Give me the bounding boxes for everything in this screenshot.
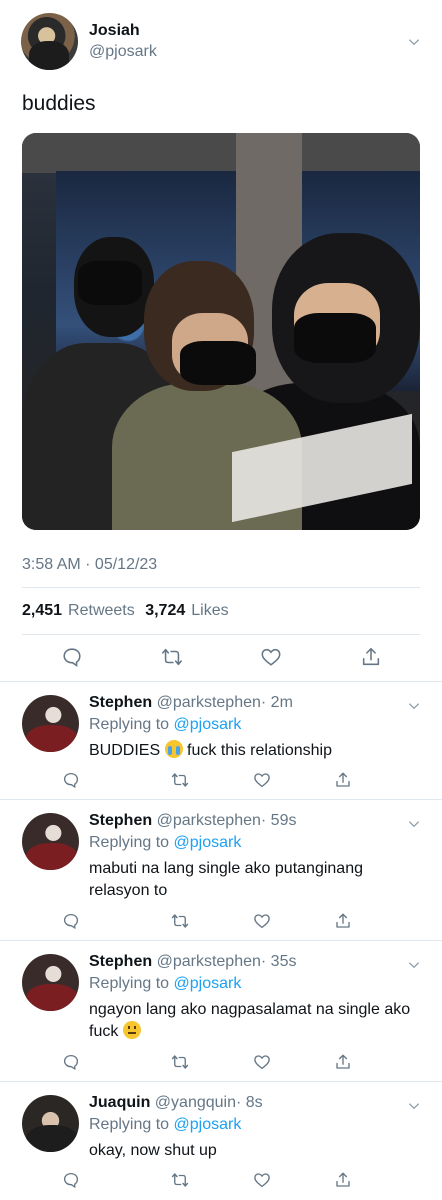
reply-text: okay, now shut up — [89, 1142, 217, 1159]
replying-to-label: Replying to — [89, 834, 170, 851]
reply-time[interactable]: · 2m — [261, 694, 293, 711]
chevron-down-icon[interactable] — [407, 817, 421, 831]
tweet-text: buddies — [22, 92, 96, 115]
retweet-icon[interactable] — [171, 1053, 189, 1071]
reply-time[interactable]: · 59s — [261, 812, 297, 829]
reply-tweet[interactable]: Stephen @parkstephen· 59s Replying to @p… — [0, 799, 442, 940]
share-icon[interactable] — [360, 646, 382, 668]
reply-author-handle[interactable]: @parkstephen — [157, 694, 261, 711]
mention-link[interactable]: @pjosark — [174, 1116, 242, 1133]
like-icon[interactable] — [253, 1171, 271, 1189]
tweet-photo[interactable] — [22, 133, 420, 530]
reply-text: BUDDIES fuck this relationship — [89, 740, 419, 762]
reply-icon[interactable] — [62, 771, 80, 789]
avatar[interactable] — [22, 1095, 79, 1152]
author-handle[interactable]: @pjosark — [89, 43, 157, 61]
share-icon[interactable] — [334, 912, 352, 930]
reply-author-name[interactable]: Stephen — [89, 812, 152, 829]
chevron-down-icon[interactable] — [407, 958, 421, 972]
retweet-icon[interactable] — [171, 1171, 189, 1189]
divider — [22, 634, 420, 635]
reply-icon[interactable] — [62, 1053, 80, 1071]
share-icon[interactable] — [334, 1171, 352, 1189]
reply-text-part: BUDDIES — [89, 742, 165, 759]
reply-author-name[interactable]: Stephen — [89, 953, 152, 970]
share-icon[interactable] — [334, 1053, 352, 1071]
chevron-down-icon[interactable] — [407, 35, 421, 49]
reply-author-handle[interactable]: @parkstephen — [157, 953, 261, 970]
avatar[interactable] — [22, 954, 79, 1011]
retweets-label[interactable]: Retweets — [68, 602, 135, 619]
tweet-stats: 2,451 Retweets 3,724 Likes — [22, 602, 229, 620]
reply-header: Stephen @parkstephen· 59s — [89, 812, 296, 830]
replying-to-label: Replying to — [89, 1116, 170, 1133]
mention-link[interactable]: @pjosark — [174, 975, 242, 992]
reply-text: mabuti na lang single ako putanginang re… — [89, 860, 363, 899]
divider — [22, 587, 420, 588]
like-icon[interactable] — [253, 1053, 271, 1071]
reply-text-part: fuck this relationship — [182, 742, 332, 759]
like-icon[interactable] — [260, 646, 282, 668]
reply-time[interactable]: · 35s — [261, 953, 297, 970]
retweets-count[interactable]: 2,451 — [22, 602, 62, 619]
mention-link[interactable]: @pjosark — [174, 834, 242, 851]
reply-author-handle[interactable]: @yangquin — [155, 1094, 236, 1111]
reply-icon[interactable] — [61, 646, 83, 668]
reply-tweet[interactable]: Juaquin @yangquin· 8s Replying to @pjosa… — [0, 1081, 442, 1200]
reply-author-name[interactable]: Stephen — [89, 694, 152, 711]
tweet-timestamp[interactable]: 3:58 AM · 05/12/23 — [22, 556, 157, 574]
likes-count[interactable]: 3,724 — [145, 602, 185, 619]
reply-author-name[interactable]: Juaquin — [89, 1094, 150, 1111]
avatar[interactable] — [22, 695, 79, 752]
reply-icon[interactable] — [62, 1171, 80, 1189]
replying-to: Replying to @pjosark — [89, 1116, 241, 1134]
retweet-icon[interactable] — [161, 646, 183, 668]
replying-to: Replying to @pjosark — [89, 716, 241, 734]
replying-to-label: Replying to — [89, 716, 170, 733]
neutral-face-icon — [122, 1021, 141, 1039]
retweet-icon[interactable] — [171, 912, 189, 930]
like-icon[interactable] — [253, 912, 271, 930]
replying-to: Replying to @pjosark — [89, 975, 241, 993]
author-avatar[interactable] — [21, 13, 78, 70]
reply-header: Stephen @parkstephen· 35s — [89, 953, 296, 971]
tweet-actions — [0, 646, 442, 672]
reply-tweet[interactable]: Stephen @parkstephen· 2m Replying to @pj… — [0, 681, 442, 799]
reply-time[interactable]: · 8s — [236, 1094, 263, 1111]
reply-text: ngayon lang ako nagpasalamat na single a… — [89, 999, 414, 1043]
loudly-crying-face-icon — [164, 740, 183, 758]
chevron-down-icon[interactable] — [407, 699, 421, 713]
reply-tweet[interactable]: Stephen @parkstephen· 35s Replying to @p… — [0, 940, 442, 1081]
reply-icon[interactable] — [62, 912, 80, 930]
chevron-down-icon[interactable] — [407, 1099, 421, 1113]
replying-to: Replying to @pjosark — [89, 834, 241, 852]
likes-label[interactable]: Likes — [191, 602, 228, 619]
replying-to-label: Replying to — [89, 975, 170, 992]
like-icon[interactable] — [253, 771, 271, 789]
reply-header: Stephen @parkstephen· 2m — [89, 694, 293, 712]
reply-header: Juaquin @yangquin· 8s — [89, 1094, 263, 1112]
author-name[interactable]: Josiah — [89, 22, 140, 40]
share-icon[interactable] — [334, 771, 352, 789]
reply-author-handle[interactable]: @parkstephen — [157, 812, 261, 829]
mention-link[interactable]: @pjosark — [174, 716, 242, 733]
avatar[interactable] — [22, 813, 79, 870]
retweet-icon[interactable] — [171, 771, 189, 789]
